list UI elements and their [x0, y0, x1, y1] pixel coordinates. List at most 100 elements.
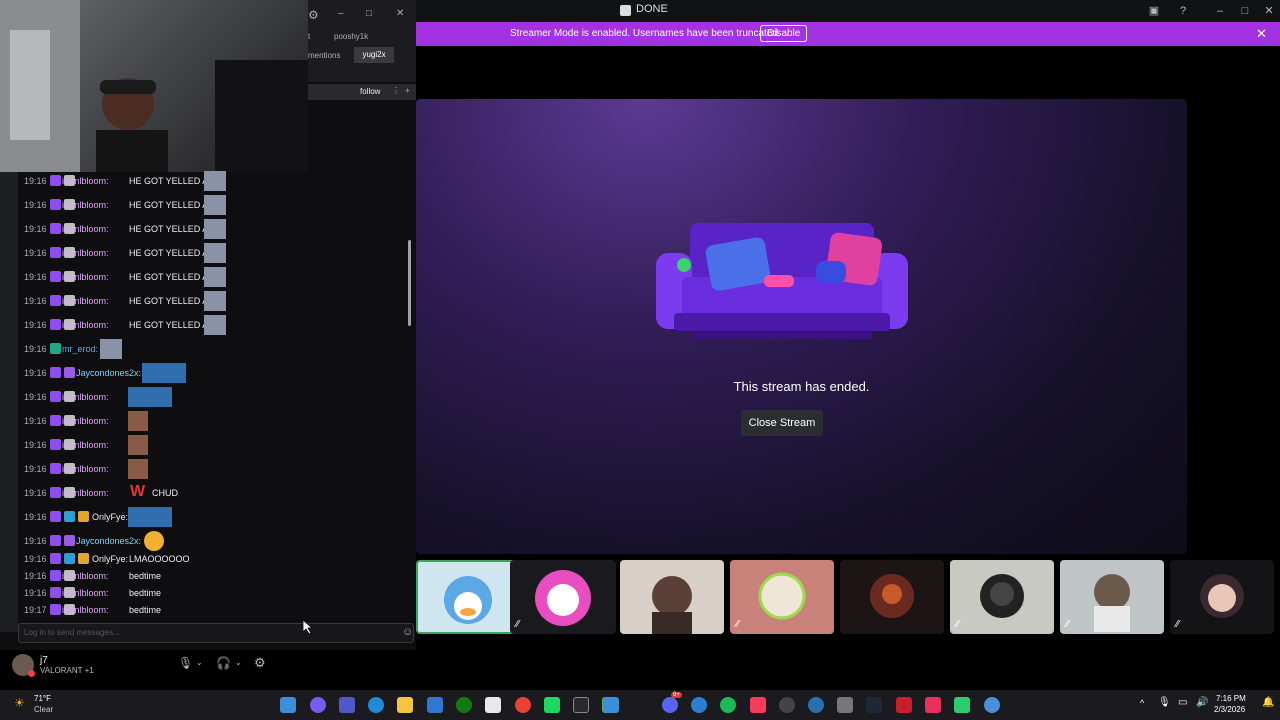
- minimize-chat-button[interactable]: –: [338, 8, 344, 19]
- ffz-badge-icon: [64, 553, 75, 564]
- minimize-button[interactable]: –: [1212, 3, 1228, 19]
- message-user[interactable]: Jaycondones2x:: [76, 368, 141, 378]
- notifications-icon[interactable]: 🔔: [1262, 697, 1274, 708]
- stream-ended-text: This stream has ended.: [733, 379, 870, 394]
- participant-tile[interactable]: [840, 560, 944, 634]
- mic-options-icon[interactable]: ⌄: [196, 658, 203, 667]
- weather-icon[interactable]: ☀: [14, 696, 25, 710]
- outlook-icon[interactable]: [427, 697, 443, 713]
- clock-time[interactable]: 7:16 PM: [1216, 694, 1246, 703]
- participant-tile[interactable]: [620, 560, 724, 634]
- message-user[interactable]: intrnlbloom:: [62, 320, 109, 330]
- mic-tray-icon[interactable]: 🎙: [1158, 697, 1171, 708]
- message-user[interactable]: intrnlbloom:: [62, 200, 109, 210]
- chat-tab[interactable]: pooshy1k: [334, 32, 368, 41]
- epic-games-icon[interactable]: [573, 697, 589, 713]
- user-settings-icon[interactable]: ⚙: [254, 655, 266, 671]
- teams-icon[interactable]: [339, 697, 355, 713]
- maximize-button[interactable]: □: [1237, 3, 1253, 19]
- message-user[interactable]: intrnlbloom:: [62, 571, 109, 581]
- weather-temp[interactable]: 71°F: [34, 694, 51, 703]
- xbox-icon[interactable]: [456, 697, 472, 713]
- message-user[interactable]: intrnlbloom:: [62, 440, 109, 450]
- app-icon[interactable]: [896, 697, 912, 713]
- network-icon[interactable]: ▭: [1178, 697, 1187, 708]
- add-icon[interactable]: +: [405, 86, 410, 95]
- message-text: LMAOOOOOO: [129, 554, 190, 564]
- tray-expand-icon[interactable]: ^: [1140, 698, 1144, 708]
- close-window-button[interactable]: ✕: [1261, 3, 1277, 19]
- file-explorer-icon[interactable]: [397, 697, 413, 713]
- settings-icon[interactable]: ⚙: [308, 8, 319, 22]
- participant-tile[interactable]: ⁄⁄: [950, 560, 1054, 634]
- discord-icon[interactable]: [662, 697, 678, 713]
- message-user[interactable]: intrnlbloom:: [62, 392, 109, 402]
- close-chat-button[interactable]: ✕: [396, 8, 404, 19]
- sub-badge-icon: [50, 391, 61, 402]
- chat-tab-active[interactable]: yugi2x: [354, 47, 394, 63]
- headphones-icon[interactable]: 🎧: [216, 656, 231, 670]
- message-user[interactable]: intrnlbloom:: [62, 248, 109, 258]
- chat-scrollbar[interactable]: [408, 240, 411, 326]
- user-avatar-icon: [652, 576, 692, 634]
- app-icon[interactable]: [603, 697, 619, 713]
- participant-tile[interactable]: ⁄⁄: [1060, 560, 1164, 634]
- volume-icon[interactable]: 🔊: [1196, 697, 1208, 708]
- message-user[interactable]: intrnlbloom:: [62, 176, 109, 186]
- app-icon[interactable]: [925, 697, 941, 713]
- disable-streamer-mode-button[interactable]: Disable: [760, 25, 808, 42]
- message-user[interactable]: intrnlbloom:: [62, 605, 109, 615]
- chat-tab[interactable]: t: [308, 32, 310, 41]
- participant-tile[interactable]: ⁄⁄: [510, 560, 616, 634]
- close-banner-icon[interactable]: ✕: [1256, 26, 1267, 42]
- more-icon[interactable]: ⋮: [392, 86, 400, 95]
- spotify-icon[interactable]: [720, 697, 736, 713]
- start-icon[interactable]: [280, 697, 296, 713]
- steam-icon[interactable]: [866, 697, 882, 713]
- app-icon[interactable]: [691, 697, 707, 713]
- app-icon[interactable]: [808, 697, 824, 713]
- headphone-options-icon[interactable]: ⌄: [235, 658, 242, 667]
- app-icon[interactable]: [544, 697, 560, 713]
- obs-icon[interactable]: [779, 697, 795, 713]
- message-user[interactable]: intrnlbloom:: [62, 272, 109, 282]
- emote-image: [204, 315, 226, 335]
- sub-badge-icon: [50, 570, 61, 581]
- message-user[interactable]: mr_erod:: [62, 344, 98, 354]
- app-icon[interactable]: [984, 697, 1000, 713]
- message-user[interactable]: intrnlbloom:: [62, 464, 109, 474]
- chrome-icon[interactable]: [515, 697, 531, 713]
- message-text: bedtime: [129, 588, 162, 598]
- message-user[interactable]: intrnlbloom:: [62, 588, 109, 598]
- participant-tile[interactable]: ⁄⁄: [1170, 560, 1274, 634]
- edge-icon[interactable]: [368, 697, 384, 713]
- chat-tab[interactable]: mentions: [308, 51, 340, 60]
- music-icon[interactable]: [750, 697, 766, 713]
- message-time: 19:16: [24, 464, 47, 474]
- copilot-icon[interactable]: [310, 697, 326, 713]
- app-icon[interactable]: [954, 697, 970, 713]
- store-icon[interactable]: [485, 697, 501, 713]
- participant-tile[interactable]: [416, 560, 520, 634]
- inbox-icon[interactable]: ▣: [1146, 3, 1162, 19]
- help-icon[interactable]: ?: [1175, 3, 1191, 19]
- emoji-icon[interactable]: ☺: [402, 626, 413, 638]
- close-stream-button[interactable]: Close Stream: [741, 410, 823, 436]
- chat-input[interactable]: Log in to send messages... ☺: [18, 623, 414, 643]
- message-user[interactable]: Jaycondones2x:: [76, 536, 141, 546]
- clock-date[interactable]: 2/3/2026: [1214, 705, 1245, 714]
- message-text: HE GOT YELLED AT: [129, 200, 214, 210]
- message-user[interactable]: intrnlbloom:: [62, 224, 109, 234]
- microphone-icon[interactable]: 🎙: [178, 656, 193, 670]
- message-user[interactable]: intrnlbloom:: [62, 296, 109, 306]
- message-user[interactable]: intrnlbloom:: [62, 488, 109, 498]
- message-user[interactable]: intrnlbloom:: [62, 416, 109, 426]
- message-user[interactable]: OnlyFye:: [92, 554, 128, 564]
- participant-tile[interactable]: ⁄⁄: [730, 560, 834, 634]
- maximize-chat-button[interactable]: □: [366, 8, 372, 19]
- settings-app-icon[interactable]: [837, 697, 853, 713]
- message-time: 19:16: [24, 248, 47, 258]
- message-user[interactable]: OnlyFye:: [92, 512, 128, 522]
- follow-button[interactable]: follow: [360, 87, 380, 96]
- username[interactable]: j7: [40, 655, 48, 666]
